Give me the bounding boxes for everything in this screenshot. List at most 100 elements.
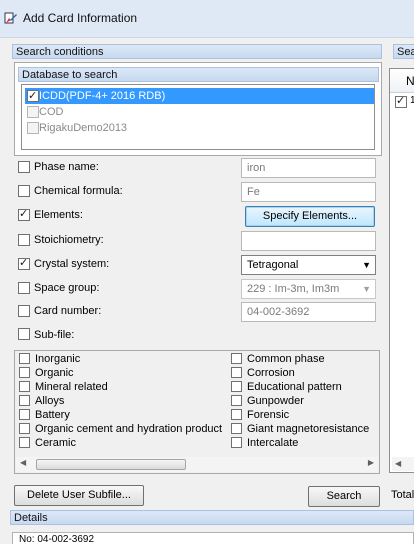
subfile-label: Organic <box>35 367 74 379</box>
subfile-label: Inorganic <box>35 353 81 365</box>
stoichiometry-field[interactable] <box>241 231 376 251</box>
results-table-header: N <box>390 69 414 93</box>
subfile-item[interactable]: Common phase <box>231 353 325 366</box>
subfile-checkbox[interactable] <box>19 353 30 364</box>
subfile-item[interactable]: Organic cement and hydration product <box>19 423 222 436</box>
phase-name-label: Phase name: <box>34 161 99 173</box>
chevron-down-icon[interactable]: ▼ <box>362 280 371 298</box>
subfile-label: Organic cement and hydration product <box>35 423 223 435</box>
subfile-checkbox[interactable] <box>19 395 30 406</box>
space-group-checkbox[interactable] <box>18 282 30 294</box>
search-conditions-header: Search conditions <box>12 44 382 59</box>
results-column-header: N <box>406 74 414 88</box>
card-number-label: Card number: <box>34 305 102 317</box>
space-group-label: Space group: <box>34 282 100 294</box>
stoichiometry-checkbox[interactable] <box>18 234 30 246</box>
subfile-item[interactable]: Gunpowder <box>231 395 304 408</box>
app-icon <box>4 12 17 24</box>
results-row-number: 1 <box>410 95 414 106</box>
database-item-label: RigakuDemo2013 <box>39 122 128 134</box>
results-header-partial: Sea <box>393 44 414 59</box>
subfile-item[interactable]: Inorganic <box>19 353 80 366</box>
scroll-left-icon[interactable]: ◀ <box>395 459 401 468</box>
subfile-item[interactable]: Organic <box>19 367 74 380</box>
chemical-formula-field[interactable]: Fe <box>241 182 376 202</box>
title-bar: Add Card Information <box>0 0 414 38</box>
database-list[interactable]: ICDD(PDF-4+ 2016 RDB) COD RigakuDemo2013 <box>21 84 375 150</box>
results-table-partial[interactable]: N 1 ◀ <box>389 68 414 473</box>
space-group-dropdown[interactable]: 229 : Im-3m, Im3m ▼ <box>241 279 376 299</box>
search-conditions-label: Search conditions <box>16 46 104 58</box>
subfile-label: Gunpowder <box>247 395 304 407</box>
subfile-checkbox[interactable] <box>231 437 242 448</box>
elements-checkbox[interactable] <box>18 207 30 221</box>
subfile-checkbox[interactable] <box>231 423 242 434</box>
subfile-label: Corrosion <box>247 367 295 379</box>
sub-file-checkbox[interactable] <box>18 328 30 340</box>
subfile-checkbox[interactable] <box>231 381 242 392</box>
subfile-label: Giant magnetoresistance <box>247 423 370 435</box>
subfile-list[interactable]: Inorganic Organic Mineral related Alloys… <box>14 350 380 474</box>
details-panel: No: 04-002-3692 <box>12 532 414 544</box>
subfile-label: Forensic <box>247 409 290 421</box>
database-checkbox-rigaku[interactable] <box>27 122 39 134</box>
database-checkbox-icdd[interactable] <box>27 88 39 104</box>
subfile-checkbox[interactable] <box>19 437 30 448</box>
subfile-label: Alloys <box>35 395 65 407</box>
subfile-item[interactable]: Battery <box>19 409 70 422</box>
subfile-item[interactable]: Educational pattern <box>231 381 342 394</box>
card-number-checkbox[interactable] <box>18 305 30 317</box>
database-item-icdd[interactable]: ICDD(PDF-4+ 2016 RDB) <box>25 88 374 104</box>
specify-elements-button[interactable]: Specify Elements... <box>245 206 375 227</box>
database-item-label: ICDD(PDF-4+ 2016 RDB) <box>39 90 166 102</box>
subfile-checkbox[interactable] <box>19 409 30 420</box>
phase-name-checkbox[interactable] <box>18 161 30 173</box>
scrollbar-thumb[interactable] <box>36 459 186 470</box>
crystal-system-label: Crystal system: <box>34 258 110 270</box>
subfile-item[interactable]: Ceramic <box>19 437 76 450</box>
crystal-system-dropdown[interactable]: Tetragonal ▼ <box>241 255 376 275</box>
database-header-label: Database to search <box>22 69 118 81</box>
subfile-checkbox[interactable] <box>231 367 242 378</box>
results-horizontal-scrollbar[interactable]: ◀ <box>392 457 414 471</box>
subfile-label: Battery <box>35 409 70 421</box>
subfile-checkbox[interactable] <box>231 353 242 364</box>
details-text: No: 04-002-3692 <box>19 534 95 544</box>
delete-user-subfile-button[interactable]: Delete User Subfile... <box>14 485 144 506</box>
subfile-horizontal-scrollbar[interactable]: ◀ ▶ <box>16 457 378 472</box>
subfile-item[interactable]: Mineral related <box>19 381 108 394</box>
stoichiometry-label: Stoichiometry: <box>34 234 104 246</box>
subfile-item[interactable]: Forensic <box>231 409 289 422</box>
details-header: Details <box>10 510 414 525</box>
card-number-field[interactable]: 04-002-3692 <box>241 302 376 322</box>
database-item-label: COD <box>39 106 64 118</box>
database-item-rigaku[interactable]: RigakuDemo2013 <box>25 120 374 136</box>
scroll-right-icon[interactable]: ▶ <box>368 458 374 467</box>
phase-name-field[interactable]: iron <box>241 158 376 178</box>
subfile-checkbox[interactable] <box>19 423 30 434</box>
details-header-label: Details <box>14 512 48 524</box>
elements-label: Elements: <box>34 209 83 221</box>
subfile-checkbox[interactable] <box>231 395 242 406</box>
subfile-label: Educational pattern <box>247 381 342 393</box>
subfile-checkbox[interactable] <box>231 409 242 420</box>
subfile-item[interactable]: Intercalate <box>231 437 298 450</box>
total-label: Total <box>391 489 414 501</box>
database-header: Database to search <box>18 67 379 82</box>
crystal-system-checkbox[interactable] <box>18 256 30 270</box>
subfile-item[interactable]: Corrosion <box>231 367 295 380</box>
search-button[interactable]: Search <box>308 486 380 507</box>
subfile-checkbox[interactable] <box>19 367 30 378</box>
scroll-left-icon[interactable]: ◀ <box>20 458 26 467</box>
database-checkbox-cod[interactable] <box>27 106 39 118</box>
database-item-cod[interactable]: COD <box>25 104 374 120</box>
subfile-checkbox[interactable] <box>19 381 30 392</box>
subfile-label: Ceramic <box>35 437 76 449</box>
chemical-formula-checkbox[interactable] <box>18 185 30 197</box>
results-header-label: Sea <box>397 46 414 58</box>
subfile-item[interactable]: Giant magnetoresistance <box>231 423 369 436</box>
results-row-checkbox[interactable] <box>395 94 407 108</box>
chevron-down-icon[interactable]: ▼ <box>362 256 371 274</box>
subfile-item[interactable]: Alloys <box>19 395 64 408</box>
sub-file-label: Sub-file: <box>34 329 75 341</box>
